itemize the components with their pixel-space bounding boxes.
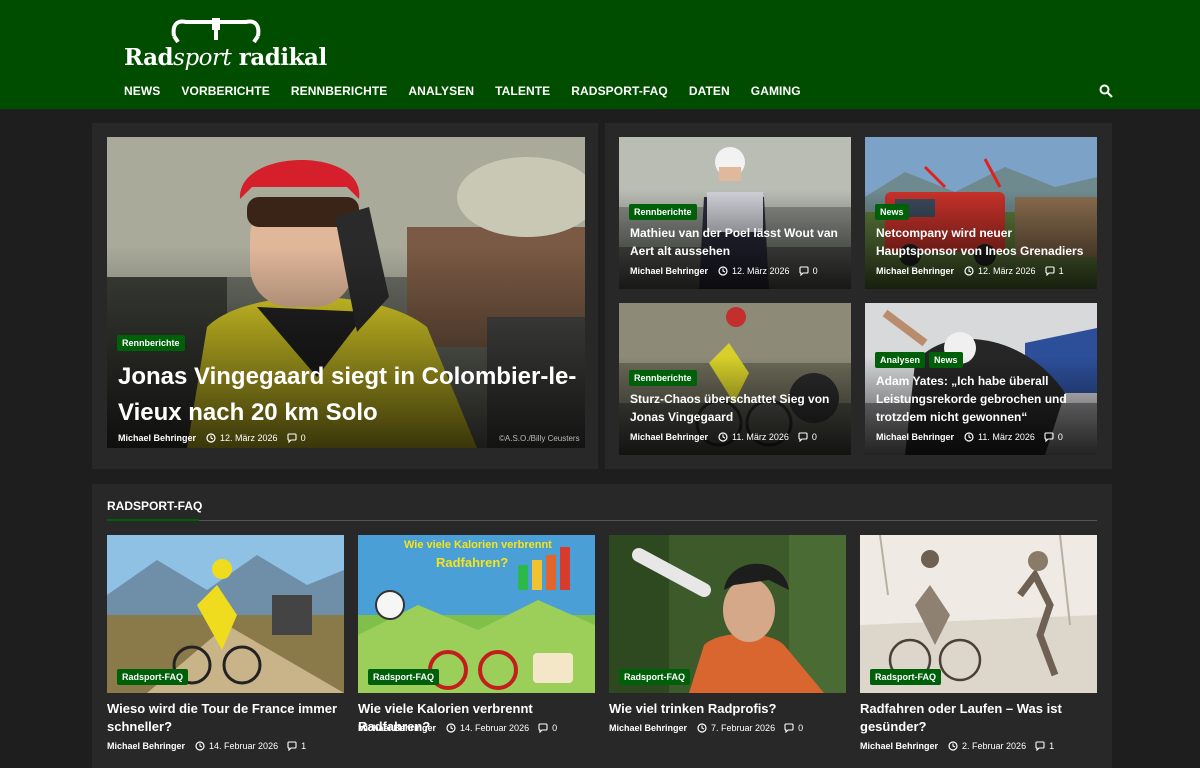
category-badge[interactable]: Rennberichte (629, 370, 697, 386)
post-date: 12. März 2026 (978, 266, 1036, 276)
author-name[interactable]: Michael Behringer (876, 432, 954, 442)
author-name[interactable]: Michael Behringer (860, 741, 938, 751)
faq-card-image[interactable]: Wie viele Kalorien verbrennt Radfahren? … (358, 535, 595, 693)
comment-icon (538, 723, 548, 733)
site-header: Radsport radikal NEWS VORBERICHTE RENNBE… (0, 0, 1200, 109)
nav-item-talente[interactable]: TALENTE (495, 84, 550, 98)
category-badge[interactable]: Radsport-FAQ (117, 669, 189, 685)
article-title[interactable]: Netcompany wird neuer Hauptsponsor von I… (876, 224, 1092, 260)
photo-credit: ©A.S.O./Billy Ceusters (499, 434, 580, 443)
logo-text-part1: Rad (124, 44, 174, 71)
comment-count[interactable]: 0 (813, 266, 818, 276)
category-badge[interactable]: News (875, 204, 909, 220)
faq-card-image[interactable]: Radsport-FAQ (860, 535, 1097, 693)
nav-item-radsport-faq[interactable]: RADSPORT-FAQ (571, 84, 668, 98)
post-date: 14. Februar 2026 (460, 723, 530, 733)
comment-count[interactable]: 0 (552, 723, 557, 733)
section-divider (107, 520, 1097, 521)
hero-article[interactable]: Rennberichte Jonas Vingegaard siegt in C… (107, 137, 585, 448)
clock-icon (718, 432, 728, 442)
post-date: 11. März 2026 (978, 432, 1035, 442)
comment-icon (1035, 741, 1045, 751)
hero-title[interactable]: Jonas Vingegaard siegt in Colombier-le-V… (118, 359, 578, 431)
comment-count[interactable]: 0 (1058, 432, 1063, 442)
section-divider-accent (107, 519, 199, 521)
nav-item-daten[interactable]: DATEN (689, 84, 730, 98)
post-date: 12. März 2026 (732, 266, 790, 276)
clock-icon (697, 723, 707, 733)
comment-count[interactable]: 0 (812, 432, 817, 442)
post-date: 14. Februar 2026 (209, 741, 279, 751)
post-date: 11. März 2026 (732, 432, 789, 442)
image-caption: Radfahren? (436, 555, 509, 570)
article-title[interactable]: Mathieu van der Poel lässt Wout van Aert… (630, 224, 846, 260)
category-badge[interactable]: Radsport-FAQ (619, 669, 691, 685)
clock-icon (446, 723, 456, 733)
clock-icon (718, 266, 728, 276)
category-badge[interactable]: News (929, 352, 963, 368)
handlebar-icon (171, 18, 261, 44)
comment-icon (1045, 266, 1055, 276)
author-name[interactable]: Michael Behringer (876, 266, 954, 276)
post-date: 2. Februar 2026 (962, 741, 1027, 751)
clock-icon (206, 433, 216, 443)
post-date: 7. Februar 2026 (711, 723, 776, 733)
category-badge[interactable]: Radsport-FAQ (368, 669, 440, 685)
comment-icon (287, 433, 297, 443)
category-badge[interactable]: Analysen (875, 352, 926, 368)
clock-icon (964, 432, 974, 442)
category-badge[interactable]: Rennberichte (117, 335, 185, 351)
site-logo[interactable]: Radsport radikal (124, 14, 327, 71)
clock-icon (964, 266, 974, 276)
clock-icon (195, 741, 205, 751)
nav-item-gaming[interactable]: GAMING (751, 84, 801, 98)
section-heading[interactable]: RADSPORT-FAQ (107, 499, 202, 513)
faq-card-image[interactable]: Radsport-FAQ (609, 535, 846, 693)
article-title[interactable]: Sturz-Chaos überschattet Sieg von Jonas … (630, 390, 846, 426)
nav-item-vorberichte[interactable]: VORBERICHTE (181, 84, 269, 98)
post-date: 12. März 2026 (220, 433, 278, 443)
article-title[interactable]: Adam Yates: „Ich habe überall Leistungsr… (876, 372, 1092, 426)
comment-icon (784, 723, 794, 733)
faq-card-image[interactable]: Radsport-FAQ (107, 535, 344, 693)
author-name[interactable]: Michael Behringer (107, 741, 185, 751)
logo-text-part2: sport (173, 45, 232, 71)
category-badge[interactable]: Rennberichte (629, 204, 697, 220)
comment-count[interactable]: 0 (301, 433, 306, 443)
author-name[interactable]: Michael Behringer (630, 266, 708, 276)
category-badge[interactable]: Radsport-FAQ (870, 669, 942, 685)
article-title[interactable]: Radfahren oder Laufen – Was ist gesünder… (860, 700, 1097, 736)
comment-count[interactable]: 1 (1049, 741, 1054, 751)
author-name[interactable]: Michael Behringer (358, 723, 436, 733)
logo-text-part3: radikal (231, 44, 327, 71)
comment-count[interactable]: 1 (1059, 266, 1064, 276)
article-card[interactable]: Rennberichte Sturz-Chaos überschattet Si… (619, 303, 851, 455)
comment-icon (287, 741, 297, 751)
author-name[interactable]: Michael Behringer (609, 723, 687, 733)
comment-icon (799, 266, 809, 276)
article-card[interactable]: Analysen News Adam Yates: „Ich habe über… (865, 303, 1097, 455)
comment-icon (1044, 432, 1054, 442)
nav-item-analysen[interactable]: ANALYSEN (408, 84, 474, 98)
image-caption: Wie viele Kalorien verbrennt (404, 539, 552, 551)
article-card[interactable]: News Netcompany wird neuer Hauptsponsor … (865, 137, 1097, 289)
nav-item-news[interactable]: NEWS (124, 84, 160, 98)
main-nav: NEWS VORBERICHTE RENNBERICHTE ANALYSEN T… (124, 84, 822, 98)
article-title[interactable]: Wie viel trinken Radprofis? (609, 700, 846, 718)
article-title[interactable]: Wieso wird die Tour de France immer schn… (107, 700, 344, 736)
author-name[interactable]: Michael Behringer (118, 433, 196, 443)
author-name[interactable]: Michael Behringer (630, 432, 708, 442)
search-icon[interactable] (1099, 84, 1113, 98)
comment-count[interactable]: 0 (798, 723, 803, 733)
clock-icon (948, 741, 958, 751)
comment-icon (798, 432, 808, 442)
comment-count[interactable]: 1 (301, 741, 306, 751)
nav-item-rennberichte[interactable]: RENNBERICHTE (291, 84, 388, 98)
article-card[interactable]: Rennberichte Mathieu van der Poel lässt … (619, 137, 851, 289)
